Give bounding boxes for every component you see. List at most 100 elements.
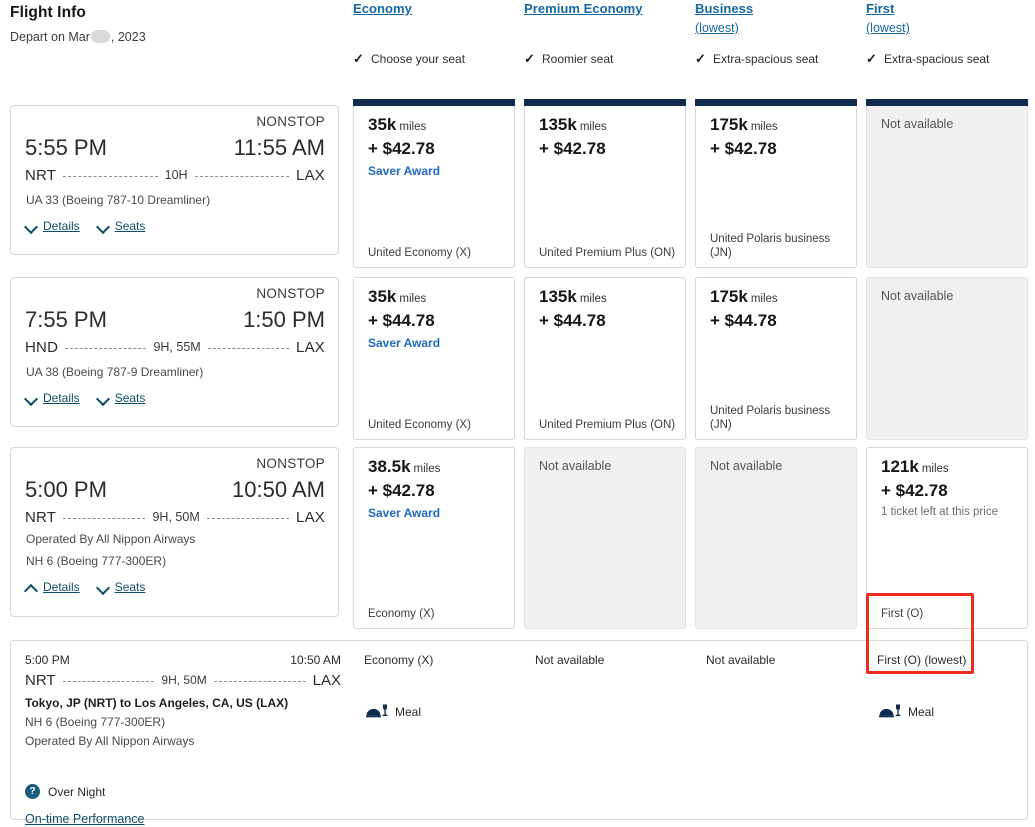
- seats-toggle[interactable]: Seats: [98, 580, 146, 594]
- cabin-link-business[interactable]: Business: [695, 0, 857, 17]
- results-header: Flight Info Depart on Mar , 2023 Economy …: [0, 0, 1035, 86]
- aircraft-label: NH 6 (Boeing 777-300ER): [26, 554, 167, 568]
- fare-cell-economy[interactable]: 38.5k miles + $42.78 Saver Award Economy …: [353, 447, 515, 629]
- fare-miles: 121k miles: [881, 457, 949, 477]
- chevron-down-icon: [98, 221, 109, 232]
- route-dash-right: [206, 517, 290, 519]
- departure-time: 5:00 PM: [25, 477, 107, 502]
- stops-label: NONSTOP: [256, 114, 325, 129]
- cabin-lowest-link-first[interactable]: (lowest): [866, 20, 1028, 37]
- chevron-down-icon: [98, 582, 109, 593]
- fare-cell-first[interactable]: 121k miles + $42.78 1 ticket left at this…: [866, 447, 1028, 629]
- detail-cabin-economy: Economy (X): [364, 653, 434, 667]
- detail-cabin-first: First (O) (lowest): [877, 653, 967, 667]
- fare-miles: 175k miles: [710, 287, 778, 307]
- amenity-meal-economy: Meal: [366, 704, 421, 719]
- fare-cell-accent-bar: [695, 99, 857, 106]
- flight-times: 5:55 PM 11:55 AM: [25, 135, 325, 165]
- meal-label: Meal: [395, 704, 422, 719]
- route-line: NRT 10H LAX: [25, 165, 325, 185]
- fare-cell-accent-bar: [866, 99, 1028, 106]
- fare-miles: 135k miles: [539, 115, 607, 135]
- details-toggle[interactable]: Details: [26, 580, 80, 594]
- card-links: Details Seats: [26, 219, 145, 233]
- flight-summary-card[interactable]: NONSTOP 5:00 PM 10:50 AM NRT 9H, 50M LAX…: [10, 447, 339, 617]
- on-time-performance-link[interactable]: On-time Performance: [25, 812, 144, 826]
- question-icon[interactable]: ?: [25, 784, 40, 799]
- fare-cell-economy[interactable]: 35k miles + $44.78 Saver Award United Eco…: [353, 277, 515, 440]
- detail-origin-code: NRT: [25, 671, 56, 689]
- fare-cabin-label: United Polaris business (JN): [710, 233, 831, 259]
- origin-code: HND: [25, 338, 59, 356]
- fare-miles-value: 121k: [881, 457, 919, 476]
- fare-miles-value: 135k: [539, 115, 577, 134]
- detail-aircraft: NH 6 (Boeing 777-300ER): [25, 715, 166, 729]
- check-icon: ✓: [695, 51, 706, 66]
- fare-cell-economy[interactable]: 35k miles + $42.78 Saver Award United Eco…: [353, 99, 515, 268]
- seats-label: Seats: [114, 580, 146, 594]
- fare-cell-business[interactable]: 175k miles + $42.78 United Polaris busine…: [695, 99, 857, 268]
- operated-by-label: Operated By All Nippon Airways: [26, 532, 196, 546]
- seats-toggle[interactable]: Seats: [98, 391, 146, 405]
- fare-miles-unit: miles: [579, 121, 607, 133]
- route-line: NRT 9H, 50M LAX: [25, 507, 325, 527]
- flight-row: NONSTOP 5:00 PM 10:50 AM NRT 9H, 50M LAX…: [0, 442, 1035, 636]
- fare-miles-unit: miles: [413, 463, 441, 475]
- fare-column-header-economy: Economy ✓ Choose your seat: [353, 0, 515, 66]
- chevron-down-icon: [26, 221, 37, 232]
- fare-miles-value: 135k: [539, 287, 577, 306]
- cabin-link-economy[interactable]: Economy: [353, 0, 515, 17]
- fare-miles-unit: miles: [399, 293, 427, 305]
- chevron-down-icon: [26, 393, 37, 404]
- route-dash-left: [63, 517, 146, 519]
- cabin-link-premium-economy[interactable]: Premium Economy: [524, 0, 686, 17]
- fare-cabin-label: United Premium Plus (ON): [539, 247, 676, 259]
- flight-summary-card[interactable]: NONSTOP 5:55 PM 11:55 AM NRT 10H LAX UA …: [10, 105, 339, 255]
- cabin-link-first[interactable]: First: [866, 0, 1028, 17]
- amenity-meal-first: Meal: [879, 704, 934, 719]
- fare-unavailable-label: Not available: [539, 459, 612, 473]
- detail-route-dash-right: [213, 680, 306, 682]
- fare-cash: + $44.78: [710, 311, 777, 330]
- departure-time: 7:55 PM: [25, 307, 107, 332]
- fare-unavailable-label: Not available: [710, 459, 783, 473]
- origin-code: NRT: [25, 508, 57, 526]
- aircraft-label: UA 33 (Boeing 787-10 Dreamliner): [26, 193, 211, 207]
- detail-route-dash-left: [62, 680, 155, 682]
- flight-times: 5:00 PM 10:50 AM: [25, 477, 325, 507]
- aircraft-label: UA 38 (Boeing 787-9 Dreamliner): [26, 365, 204, 379]
- fare-cabin-label: United Polaris business (JN): [710, 405, 831, 431]
- duration-label: 9H, 55M: [153, 340, 201, 354]
- meal-icon: [366, 704, 388, 718]
- cabin-lowest-link-business[interactable]: (lowest): [695, 20, 857, 37]
- route-dash-right: [207, 347, 290, 349]
- duration-label: 9H, 50M: [152, 510, 200, 524]
- detail-route-line: NRT 9H, 50M LAX: [25, 671, 341, 689]
- cabin-feature-economy: ✓ Choose your seat: [353, 51, 465, 67]
- fare-cell-premium-economy[interactable]: 135k miles + $42.78 United Premium Plus (…: [524, 99, 686, 268]
- seats-toggle[interactable]: Seats: [98, 219, 146, 233]
- cabin-feature-label: Choose your seat: [371, 52, 466, 66]
- fare-badge: Saver Award: [368, 336, 441, 350]
- details-toggle[interactable]: Details: [26, 391, 80, 405]
- fare-cell-premium-economy-unavailable: Not available: [524, 447, 686, 629]
- fare-miles: 35k miles: [368, 287, 426, 307]
- route-dash-left: [65, 347, 147, 349]
- cabin-feature-business: ✓ Extra-spacious seat: [695, 51, 818, 67]
- fare-cash: + $42.78: [368, 139, 435, 158]
- origin-code: NRT: [25, 166, 57, 184]
- redacted-date-day: [90, 30, 110, 43]
- fare-miles-unit: miles: [579, 293, 607, 305]
- fare-cell-premium-economy[interactable]: 135k miles + $44.78 United Premium Plus (…: [524, 277, 686, 440]
- detail-destination-code: LAX: [312, 671, 341, 689]
- fare-cell-business[interactable]: 175k miles + $44.78 United Polaris busine…: [695, 277, 857, 440]
- overnight-indicator[interactable]: ? Over Night: [25, 784, 105, 799]
- arrival-time: 1:50 PM: [243, 307, 325, 332]
- details-toggle[interactable]: Details: [26, 219, 80, 233]
- fare-miles-unit: miles: [921, 463, 949, 475]
- flight-summary-card[interactable]: NONSTOP 7:55 PM 1:50 PM HND 9H, 55M LAX …: [10, 277, 339, 427]
- card-links: Details Seats: [26, 580, 145, 594]
- flight-times: 7:55 PM 1:50 PM: [25, 307, 325, 337]
- check-icon: ✓: [524, 51, 535, 66]
- fare-miles: 135k miles: [539, 287, 607, 307]
